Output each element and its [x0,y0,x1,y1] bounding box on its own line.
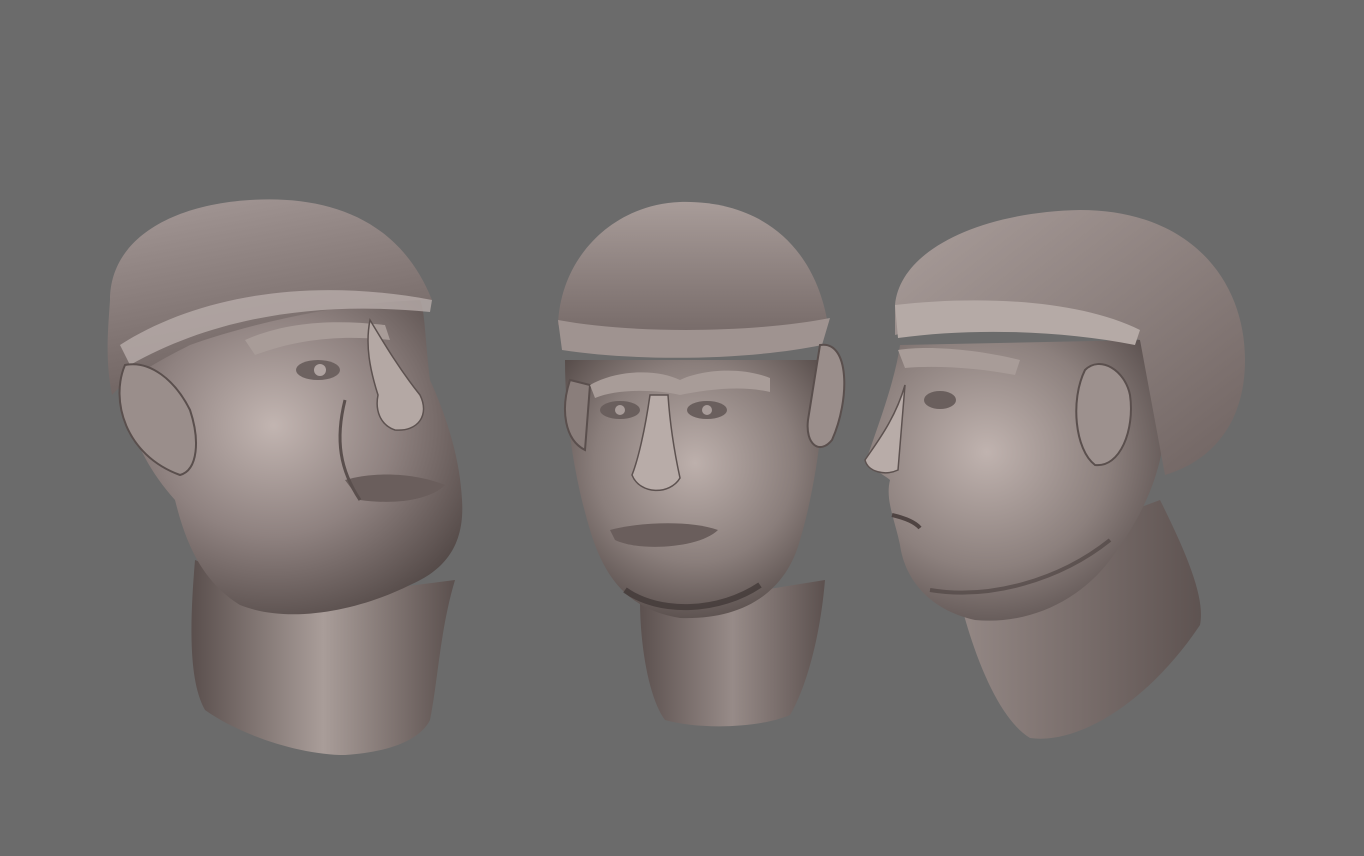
head-profile-view[interactable] [0,0,1364,856]
sculpt-viewport[interactable] [0,0,1364,856]
eye [924,391,956,409]
